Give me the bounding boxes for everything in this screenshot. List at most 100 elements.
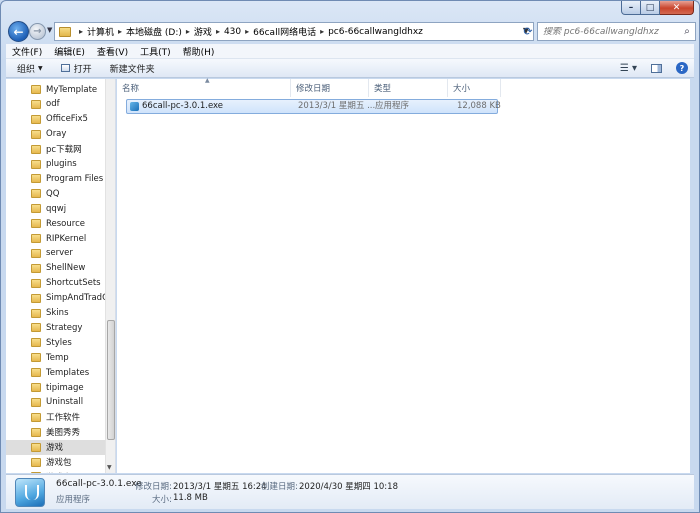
recent-pages-dropdown[interactable]: ▼	[47, 26, 52, 34]
nav-tree-item[interactable]: OfficeFix5	[6, 112, 106, 127]
nav-tree-item[interactable]: 美图秀秀	[6, 425, 106, 440]
nav-tree-item[interactable]: Templates	[6, 365, 106, 380]
nav-tree-item[interactable]: QQ	[6, 186, 106, 201]
menu-view[interactable]: 查看(V)	[97, 45, 128, 58]
application-icon	[15, 478, 45, 507]
open-button[interactable]: 打开	[60, 62, 92, 75]
breadcrumb-item[interactable]: 计算机	[87, 25, 114, 38]
breadcrumb-separator-icon[interactable]: ▸	[216, 27, 220, 36]
column-modified-label: 修改日期	[296, 84, 331, 94]
nav-tree-item[interactable]: Styles	[6, 335, 106, 350]
back-arrow-icon[interactable]: ←	[8, 21, 29, 42]
command-bar: 组织 ▼ 打开 新建文件夹 ☰ ▾ ?	[6, 59, 694, 78]
nav-tree-item[interactable]: 游戏包	[6, 455, 106, 470]
nav-tree-item[interactable]: qqwj	[6, 201, 106, 216]
nav-tree-item[interactable]: Temp	[6, 350, 106, 365]
nav-tree-item[interactable]: Strategy	[6, 320, 106, 335]
folder-icon	[31, 323, 41, 333]
breadcrumb-item[interactable]: 本地磁盘 (D:)	[126, 25, 182, 38]
details-created-value: 2020/4/30 星期四 10:18	[299, 482, 398, 492]
menu-edit[interactable]: 编辑(E)	[54, 45, 85, 58]
nav-tree-item[interactable]: Oray	[6, 127, 106, 142]
column-header-size[interactable]: 大小	[448, 79, 501, 97]
explorer-window: – □ ✕ ← → ▼ ▸ 计算机 ▸ 本地磁盘 (D:) ▸ 游戏 ▸ 430 ▸ 66call…	[0, 0, 700, 513]
breadcrumb-separator-icon[interactable]: ▸	[186, 27, 190, 36]
folder-icon	[59, 26, 71, 37]
organize-button[interactable]: 组织 ▼	[17, 62, 43, 75]
navigation-scrollbar[interactable]: ▼	[105, 79, 115, 473]
breadcrumb-separator-icon[interactable]: ▸	[320, 27, 324, 36]
details-created-label: 创建日期:	[261, 482, 298, 492]
folder-icon	[31, 368, 41, 378]
nav-tree-item-label: pc下载网	[46, 145, 82, 156]
preview-pane-icon[interactable]	[651, 63, 662, 73]
details-file-name: 66call-pc-3.0.1.exe	[56, 479, 142, 489]
menu-file[interactable]: 文件(F)	[12, 45, 42, 58]
minimize-button[interactable]: –	[621, 1, 641, 15]
maximize-button[interactable]: □	[641, 1, 660, 15]
scroll-down-icon[interactable]: ▼	[107, 464, 112, 471]
breadcrumb-item[interactable]: pc6-66callwangldhxz	[328, 27, 423, 37]
nav-tree-item-label: Oray	[46, 129, 67, 140]
navigation-row: ← → ▼ ▸ 计算机 ▸ 本地磁盘 (D:) ▸ 游戏 ▸ 430 ▸ 66call网络电话 ▸ p…	[6, 20, 696, 44]
scrollbar-thumb[interactable]	[107, 320, 115, 440]
help-icon[interactable]: ?	[676, 62, 688, 74]
nav-tree-item[interactable]: Resource	[6, 216, 106, 231]
nav-tree-item[interactable]: Skins	[6, 306, 106, 321]
refresh-icon[interactable]: ⟳	[519, 22, 537, 41]
breadcrumb-separator-icon[interactable]: ▸	[79, 27, 83, 36]
file-type: 应用程序	[375, 101, 410, 111]
close-button[interactable]: ✕	[660, 1, 694, 15]
breadcrumb-item[interactable]: 66call网络电话	[253, 25, 316, 38]
new-folder-label: 新建文件夹	[109, 64, 155, 75]
nav-tree-item-label: 游戏启...	[46, 471, 80, 474]
nav-tree-item-label: Skins	[46, 308, 69, 318]
nav-tree-item[interactable]: SimpAndTradCo	[6, 291, 106, 306]
breadcrumb-item[interactable]: 游戏	[194, 25, 212, 38]
nav-tree-item-label: Uninstall	[46, 397, 84, 408]
breadcrumb-item[interactable]: 430	[224, 27, 241, 37]
nav-tree-item[interactable]: pc下载网	[6, 142, 106, 157]
folder-icon	[31, 174, 41, 184]
nav-tree-item[interactable]: RIPKernel	[6, 231, 106, 246]
nav-tree-item[interactable]: MyTemplate	[6, 82, 106, 97]
details-type: 应用程序	[56, 495, 91, 505]
address-bar[interactable]: ▸ 计算机 ▸ 本地磁盘 (D:) ▸ 游戏 ▸ 430 ▸ 66call网络电话 ▸ pc6-66c…	[54, 22, 534, 41]
folder-icon	[31, 189, 41, 199]
nav-tree-item[interactable]: ShortcutSets	[6, 276, 106, 291]
forward-arrow-icon[interactable]: →	[29, 23, 46, 40]
folder-icon	[31, 263, 41, 273]
nav-tree-item-label: OfficeFix5	[46, 114, 88, 125]
breadcrumb-separator-icon[interactable]: ▸	[245, 27, 249, 36]
nav-tree-item[interactable]: ShellNew	[6, 261, 106, 276]
column-header-name[interactable]: 名称 ▲	[117, 77, 291, 97]
nav-tree-item[interactable]: odf	[6, 97, 106, 112]
nav-tree-item-label: 游戏	[46, 443, 64, 454]
search-input[interactable]	[538, 26, 679, 37]
new-folder-button[interactable]: 新建文件夹	[110, 62, 155, 75]
nav-tree-item[interactable]: tipimage	[6, 380, 106, 395]
nav-tree-item[interactable]: server	[6, 246, 106, 261]
folder-icon	[31, 293, 41, 303]
nav-tree-item[interactable]: Program Files	[6, 171, 106, 186]
details-pane: 66call-pc-3.0.1.exe 修改日期: 2013/3/1 星期五 1…	[6, 474, 694, 509]
nav-tree-item[interactable]: plugins	[6, 157, 106, 172]
menu-help[interactable]: 帮助(H)	[183, 45, 215, 58]
column-header-type[interactable]: 类型	[369, 79, 448, 97]
search-box[interactable]: ⌕	[537, 22, 696, 41]
column-header-modified[interactable]: 修改日期	[291, 79, 369, 97]
nav-tree-item[interactable]: 游戏启...	[6, 469, 106, 473]
menu-tools[interactable]: 工具(T)	[140, 45, 171, 58]
nav-tree-item[interactable]: 工作软件	[6, 410, 106, 425]
folder-icon	[31, 129, 41, 139]
nav-tree-item[interactable]: 游戏	[6, 439, 106, 455]
details-modified-value: 2013/3/1 星期五 16:24	[173, 482, 267, 492]
nav-tree-item[interactable]: Uninstall	[6, 395, 106, 410]
breadcrumb-separator-icon[interactable]: ▸	[118, 27, 122, 36]
change-view-icon[interactable]: ☰ ▾	[620, 63, 637, 74]
breadcrumb: ▸ 计算机 ▸ 本地磁盘 (D:) ▸ 游戏 ▸ 430 ▸ 66call网络电话 ▸ pc6-66c…	[75, 23, 423, 40]
table-row[interactable]: 66call-pc-3.0.1.exe 2013/3/1 星期五 ... 应用程…	[126, 99, 501, 114]
folder-icon	[31, 278, 41, 288]
sort-ascending-icon: ▲	[205, 77, 210, 84]
search-icon[interactable]: ⌕	[679, 26, 695, 37]
